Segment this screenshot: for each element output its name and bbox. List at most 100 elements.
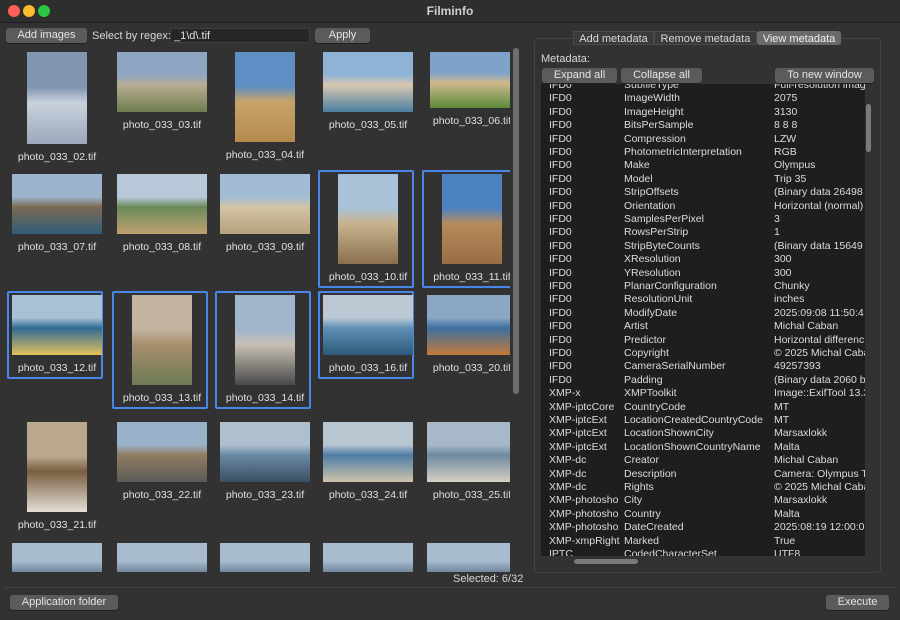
metadata-row[interactable]: XMP-iptcExt LocationShownCountryName Malta <box>541 441 865 454</box>
thumbnail-image-partial[interactable] <box>323 543 413 572</box>
metadata-row[interactable]: IFD0 Copyright © 2025 Michal Caba <box>541 347 865 360</box>
thumbnail-image-partial[interactable] <box>117 543 207 572</box>
execute-button[interactable]: Execute <box>826 595 889 610</box>
metadata-row[interactable]: IFD0 PhotometricInterpretation RGB <box>541 146 865 159</box>
thumbnail-filename: photo_033_02.tif <box>17 151 97 163</box>
thumbnail-image[interactable] <box>27 52 87 144</box>
tab-view-metadata[interactable]: View metadata <box>757 31 841 45</box>
expand-all-button[interactable]: Expand all <box>542 68 617 83</box>
metadata-row[interactable]: IFD0 XResolution 300 <box>541 253 865 266</box>
thumbnail-image[interactable] <box>220 422 310 482</box>
metadata-value: 8 8 8 <box>774 119 798 132</box>
metadata-row[interactable]: IFD0 Orientation Horizontal (normal) <box>541 200 865 213</box>
metadata-value: Michal Caban <box>774 454 839 467</box>
thumbnail-filename: photo_033_09.tif <box>225 241 305 253</box>
metadata-row[interactable]: XMP-iptcCore CountryCode MT <box>541 401 865 414</box>
metadata-row[interactable]: IFD0 Compression LZW <box>541 133 865 146</box>
metadata-row[interactable]: XMP-dc Rights © 2025 Michal Caba <box>541 481 865 494</box>
metadata-value: UTF8 <box>774 548 801 556</box>
metadata-row[interactable]: IFD0 BitsPerSample 8 8 8 <box>541 119 865 132</box>
thumbnail-image[interactable] <box>117 174 207 234</box>
metadata-label: Metadata: <box>541 53 590 65</box>
metadata-row[interactable]: IFD0 ResolutionUnit inches <box>541 293 865 306</box>
thumbnail-image[interactable] <box>427 422 510 482</box>
thumbnail-image[interactable] <box>323 52 413 112</box>
thumbnail-image[interactable] <box>117 422 207 482</box>
metadata-tag: DateCreated <box>624 521 684 534</box>
collapse-all-button[interactable]: Collapse all <box>621 68 702 83</box>
thumbnail-image[interactable] <box>235 52 295 142</box>
metadata-row[interactable]: IFD0 CameraSerialNumber 49257393 <box>541 360 865 373</box>
thumbnail-image[interactable] <box>323 422 413 482</box>
thumbnail-image[interactable] <box>338 174 398 264</box>
thumbnail-image[interactable] <box>430 52 510 108</box>
metadata-row[interactable]: XMP-iptcExt LocationCreatedCountryCode MT <box>541 414 865 427</box>
metadata-row[interactable]: IFD0 SamplesPerPixel 3 <box>541 213 865 226</box>
regex-label: Select by regex: <box>92 30 171 42</box>
metadata-tag: ImageHeight <box>624 105 684 118</box>
thumbnail-image[interactable] <box>323 295 413 355</box>
metadata-row[interactable]: IFD0 Predictor Horizontal differenc <box>541 334 865 347</box>
add-images-button[interactable]: Add images <box>6 28 87 43</box>
metadata-row[interactable]: IPTC CodedCharacterSet UTF8 <box>541 548 865 556</box>
thumbnail-image-partial[interactable] <box>12 543 102 572</box>
thumbnail-image-partial[interactable] <box>220 543 310 572</box>
metadata-row[interactable]: XMP-dc Description Camera: Olympus T <box>541 468 865 481</box>
thumbnail-filename: photo_033_21.tif <box>17 519 97 531</box>
metadata-row[interactable]: XMP-iptcExt LocationShownCity Marsaxlokk <box>541 427 865 440</box>
grid-scrollbar[interactable] <box>513 48 519 394</box>
thumbnail-grid[interactable]: photo_033_02.tif photo_033_03.tif photo_03… <box>5 48 510 572</box>
metadata-row[interactable]: IFD0 StripOffsets (Binary data 26498 <box>541 186 865 199</box>
thumbnail-image[interactable] <box>12 295 102 355</box>
metadata-row[interactable]: IFD0 PlanarConfiguration Chunky <box>541 280 865 293</box>
metadata-row[interactable]: XMP-xmpRight Marked True <box>541 535 865 548</box>
metadata-row[interactable]: XMP-x XMPToolkit Image::ExifTool 13.3 <box>541 387 865 400</box>
metadata-row[interactable]: IFD0 Model Trip 35 <box>541 173 865 186</box>
metadata-row[interactable]: IFD0 ModifyDate 2025:09:08 11:50:4 <box>541 307 865 320</box>
to-new-window-button[interactable]: To new window <box>775 68 874 83</box>
metadata-row[interactable]: IFD0 Padding (Binary data 2060 b <box>541 374 865 387</box>
metadata-vertical-scrollbar[interactable] <box>866 104 871 152</box>
metadata-tag: CodedCharacterSet <box>624 548 717 556</box>
thumbnail-image[interactable] <box>220 174 310 234</box>
tab-add-metadata[interactable]: Add metadata <box>573 31 654 45</box>
thumbnail-image[interactable] <box>442 174 502 264</box>
metadata-value: 2025:09:08 11:50:4 <box>774 306 864 319</box>
metadata-value: (Binary data 26498 <box>774 186 863 199</box>
metadata-group: IFD0 <box>549 146 572 158</box>
metadata-group: XMP-iptcExt <box>549 440 607 453</box>
metadata-row[interactable]: IFD0 SubfileType Full-resolution imag <box>541 84 865 92</box>
metadata-row[interactable]: IFD0 RowsPerStrip 1 <box>541 226 865 239</box>
thumbnail-image-partial[interactable] <box>427 543 510 572</box>
thumbnail-image[interactable] <box>132 295 192 385</box>
metadata-horizontal-scrollbar[interactable] <box>574 559 638 564</box>
metadata-value: RGB <box>774 146 797 158</box>
apply-button[interactable]: Apply <box>315 28 370 43</box>
application-folder-button[interactable]: Application folder <box>10 595 118 610</box>
metadata-row[interactable]: IFD0 ImageWidth 2075 <box>541 92 865 105</box>
metadata-row[interactable]: XMP-photosho DateCreated 2025:08:19 12:00:… <box>541 521 865 534</box>
thumbnail-image[interactable] <box>117 52 207 112</box>
metadata-row[interactable]: IFD0 YResolution 300 <box>541 267 865 280</box>
thumbnail-image[interactable] <box>235 295 295 385</box>
metadata-row[interactable]: IFD0 Make Olympus <box>541 159 865 172</box>
thumbnail-image[interactable] <box>27 422 87 512</box>
thumbnail-filename: photo_033_05.tif <box>328 119 408 131</box>
metadata-group: IFD0 <box>549 253 572 266</box>
metadata-group: IFD0 <box>549 226 572 239</box>
tab-remove-metadata[interactable]: Remove metadata <box>654 31 757 45</box>
metadata-tag: PlanarConfiguration <box>624 280 717 292</box>
metadata-table[interactable]: IFD0 SubfileType Full-resolution imag IFD0 I… <box>541 84 865 556</box>
metadata-row[interactable]: XMP-dc Creator Michal Caban <box>541 454 865 467</box>
metadata-group: IFD0 <box>549 293 572 306</box>
thumbnail-filename: photo_033_13.tif <box>122 392 202 404</box>
metadata-row[interactable]: IFD0 Artist Michal Caban <box>541 320 865 333</box>
metadata-row[interactable]: IFD0 ImageHeight 3130 <box>541 106 865 119</box>
metadata-row[interactable]: IFD0 StripByteCounts (Binary data 15649 <box>541 240 865 253</box>
thumbnail-image[interactable] <box>12 174 102 234</box>
regex-input[interactable] <box>170 28 310 43</box>
metadata-group: IFD0 <box>549 105 572 118</box>
thumbnail-image[interactable] <box>427 295 510 355</box>
metadata-row[interactable]: XMP-photosho Country Malta <box>541 508 865 521</box>
metadata-row[interactable]: XMP-photosho City Marsaxlokk <box>541 494 865 507</box>
